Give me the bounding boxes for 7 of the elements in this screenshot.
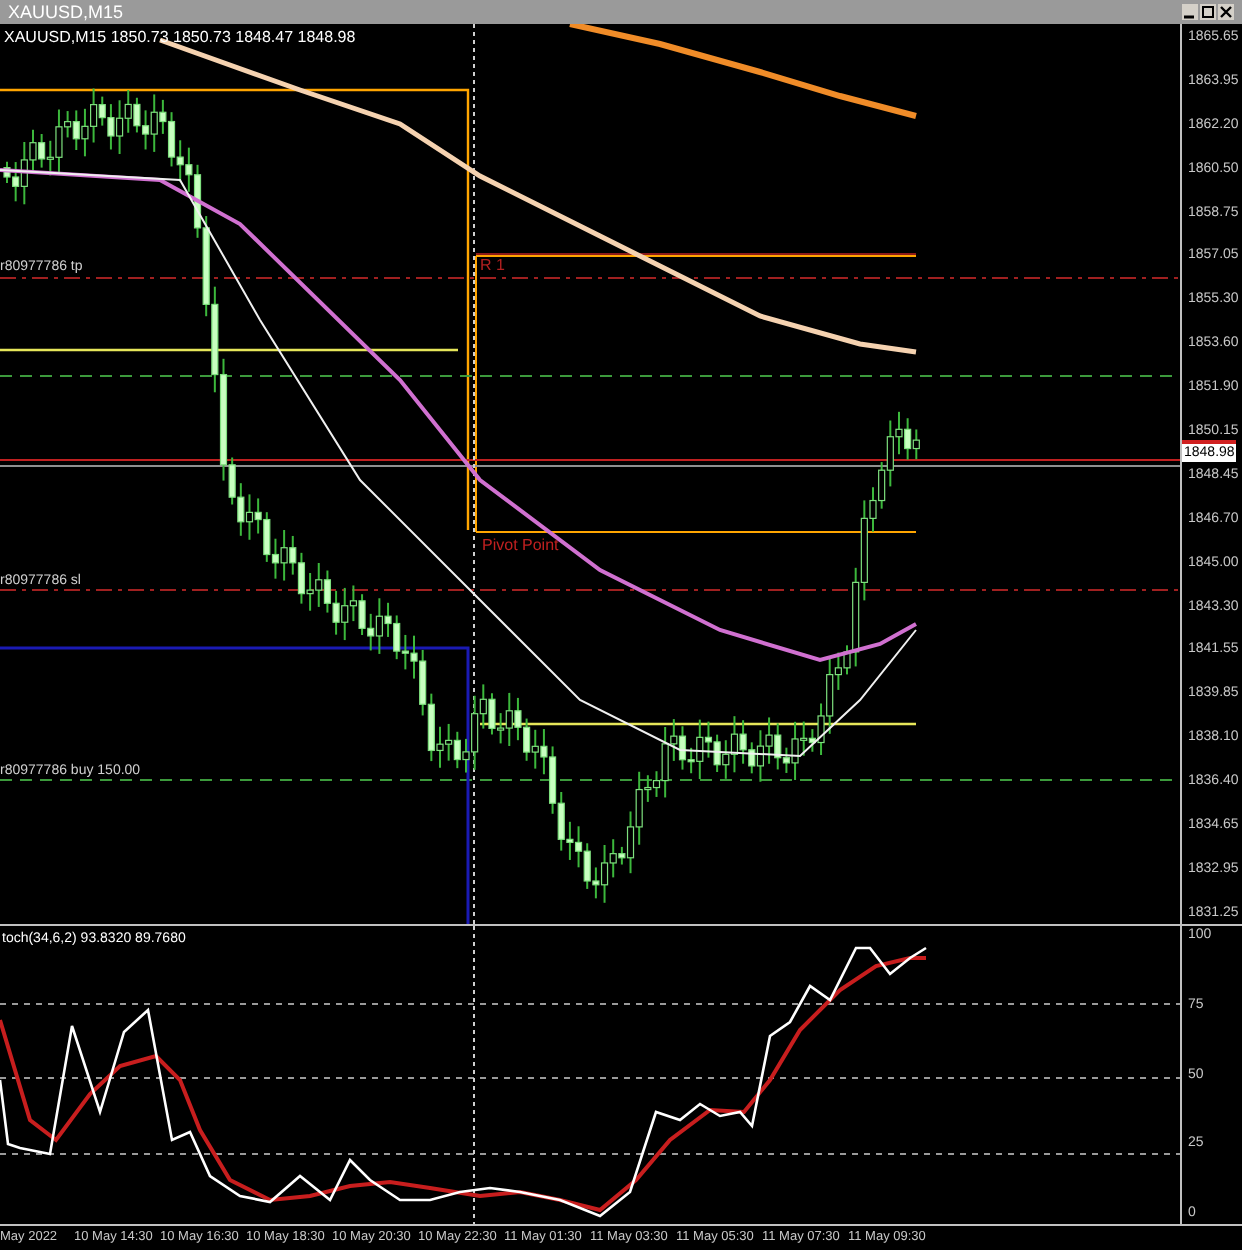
symbol-header: XAUUSD,M15 1850.73 1850.73 1848.47 1848.98 xyxy=(4,26,356,50)
r1-label: R 1 xyxy=(480,254,505,278)
restore-icon[interactable] xyxy=(1200,4,1216,20)
pivot-label: Pivot Point xyxy=(482,534,559,558)
close-icon[interactable] xyxy=(1218,4,1234,20)
window-title: XAUUSD,M15 xyxy=(8,3,124,21)
minimize-icon[interactable] xyxy=(1182,4,1198,20)
